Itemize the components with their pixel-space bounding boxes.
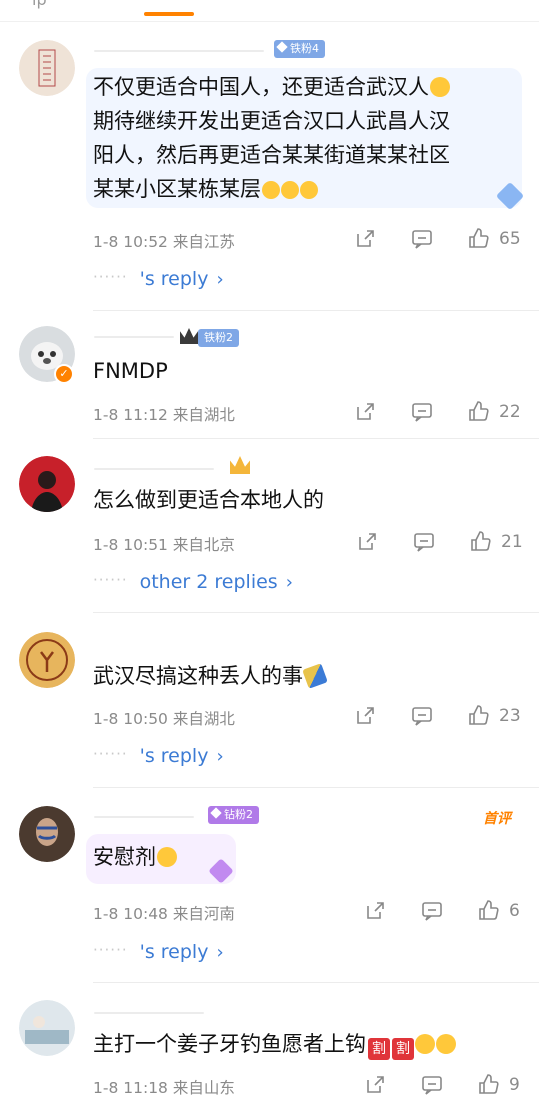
comment-meta: 1-8 10:48 来自河南 — [93, 902, 235, 924]
username-blurred[interactable] — [94, 326, 194, 344]
hush-emoji-icon — [300, 181, 318, 199]
comment-date: 1-8 10:48 — [93, 905, 168, 923]
chevron-right-icon: › — [216, 942, 224, 963]
comment-icon[interactable] — [411, 401, 433, 423]
like-count: 9 — [509, 1075, 520, 1095]
diamond-icon — [276, 41, 288, 53]
comment-meta: 1-8 10:50 来自湖北 — [93, 707, 235, 729]
first-comment-tag: 首评 — [483, 811, 511, 827]
avatar[interactable] — [19, 632, 75, 688]
comment-date: 1-8 10:52 — [93, 233, 168, 251]
reply-dots: ······ — [93, 571, 128, 589]
thumb-up-icon[interactable] — [467, 400, 489, 422]
view-replies-link[interactable]: ······'s reply › — [93, 941, 224, 963]
username-blurred[interactable] — [94, 1002, 224, 1020]
comment-date: 1-8 11:18 — [93, 1079, 168, 1097]
username-blurred[interactable] — [94, 806, 204, 824]
comment-meta: 1-8 10:51 来自北京 — [93, 533, 235, 555]
comment-location: 来自湖北 — [172, 406, 235, 424]
comment-date: 1-8 10:50 — [93, 710, 168, 728]
like-count: 6 — [509, 901, 520, 921]
comment-meta: 1-8 10:52 来自江苏 — [93, 230, 235, 252]
share-icon[interactable] — [354, 228, 376, 250]
chevron-right-icon: › — [285, 572, 293, 593]
avatar[interactable] — [19, 806, 75, 862]
shovel-emoji-icon — [302, 663, 328, 689]
share-icon[interactable] — [354, 401, 376, 423]
comment-meta: 1-8 11:12 来自湖北 — [93, 403, 235, 425]
hush-emoji-icon — [281, 181, 299, 199]
thumb-up-icon[interactable] — [477, 1073, 499, 1095]
comment-location: 来自山东 — [172, 1079, 235, 1097]
doge-emoji-icon — [436, 1034, 456, 1054]
username-blurred[interactable] — [94, 40, 294, 58]
share-icon[interactable] — [356, 531, 378, 553]
thumb-up-icon[interactable] — [469, 530, 491, 552]
comment-date: 1-8 11:12 — [93, 406, 168, 424]
tab-strip: ip — [0, 0, 539, 22]
comment-text: 不仅更适合中国人，还更适合武汉人 期待继续开发出更适合汉口人武昌人汉 阳人，然后… — [93, 75, 450, 201]
crying-emoji-icon — [157, 847, 177, 867]
divider — [93, 612, 539, 613]
laugh-cry-emoji-icon — [430, 77, 450, 97]
comment-icon[interactable] — [421, 900, 443, 922]
thumb-up-icon[interactable] — [467, 704, 489, 726]
comment-text: FNMDP — [93, 359, 168, 383]
avatar[interactable] — [19, 40, 75, 96]
cut-tag-icon: 割 — [368, 1038, 390, 1060]
reply-dots: ······ — [93, 268, 128, 286]
comment-icon[interactable] — [413, 531, 435, 553]
reply-dots: ······ — [93, 745, 128, 763]
comment-icon[interactable] — [421, 1074, 443, 1096]
share-icon[interactable] — [364, 1074, 386, 1096]
chevron-right-icon: › — [216, 269, 224, 290]
comment-location: 来自江苏 — [172, 233, 235, 251]
comment-date: 1-8 10:51 — [93, 536, 168, 554]
verified-badge-icon: ✓ — [54, 364, 74, 384]
share-icon[interactable] — [354, 705, 376, 727]
view-replies-link[interactable]: ······ other 2 replies › — [93, 571, 293, 593]
comment-text: 安慰剂 — [93, 840, 177, 874]
chevron-right-icon: › — [216, 746, 224, 767]
avatar[interactable] — [19, 1000, 75, 1056]
fan-badge: 钻粉2 — [208, 806, 259, 824]
divider — [93, 982, 539, 983]
comment-location: 来自湖北 — [172, 710, 235, 728]
comment-text: 武汉尽搞这种丢人的事 — [93, 659, 328, 693]
comment-icon[interactable] — [411, 705, 433, 727]
view-replies-link[interactable]: ······'s reply › — [93, 268, 224, 290]
comment-text: 怎么做到更适合本地人的 — [93, 488, 324, 512]
like-count: 23 — [499, 706, 521, 726]
like-count: 21 — [501, 532, 523, 552]
comment-location: 来自北京 — [172, 536, 235, 554]
cut-tag-icon: 割 — [392, 1038, 414, 1060]
thumb-up-icon[interactable] — [477, 899, 499, 921]
avatar[interactable] — [19, 456, 75, 512]
fan-badge: 铁粉4 — [274, 40, 325, 58]
comment-location: 来自河南 — [172, 905, 235, 923]
comment-icon[interactable] — [411, 228, 433, 250]
like-count: 65 — [499, 229, 521, 249]
partial-tab-label[interactable]: ip — [32, 0, 47, 9]
reply-dots: ······ — [93, 941, 128, 959]
divider — [93, 310, 539, 311]
like-count: 22 — [499, 402, 521, 422]
hush-emoji-icon — [262, 181, 280, 199]
thumb-up-icon[interactable] — [467, 227, 489, 249]
comment-text: 主打一个姜子牙钓鱼愿者上钩割割 — [93, 1027, 456, 1061]
diamond-icon — [210, 807, 222, 819]
divider — [93, 438, 539, 439]
comment-meta: 1-8 11:18 来自山东 — [93, 1076, 235, 1098]
view-replies-link[interactable]: ······'s reply › — [93, 745, 224, 767]
active-tab-indicator — [144, 12, 194, 16]
share-icon[interactable] — [364, 900, 386, 922]
doge-emoji-icon — [415, 1034, 435, 1054]
fan-badge: 铁粉2 — [198, 329, 239, 347]
divider — [93, 787, 539, 788]
